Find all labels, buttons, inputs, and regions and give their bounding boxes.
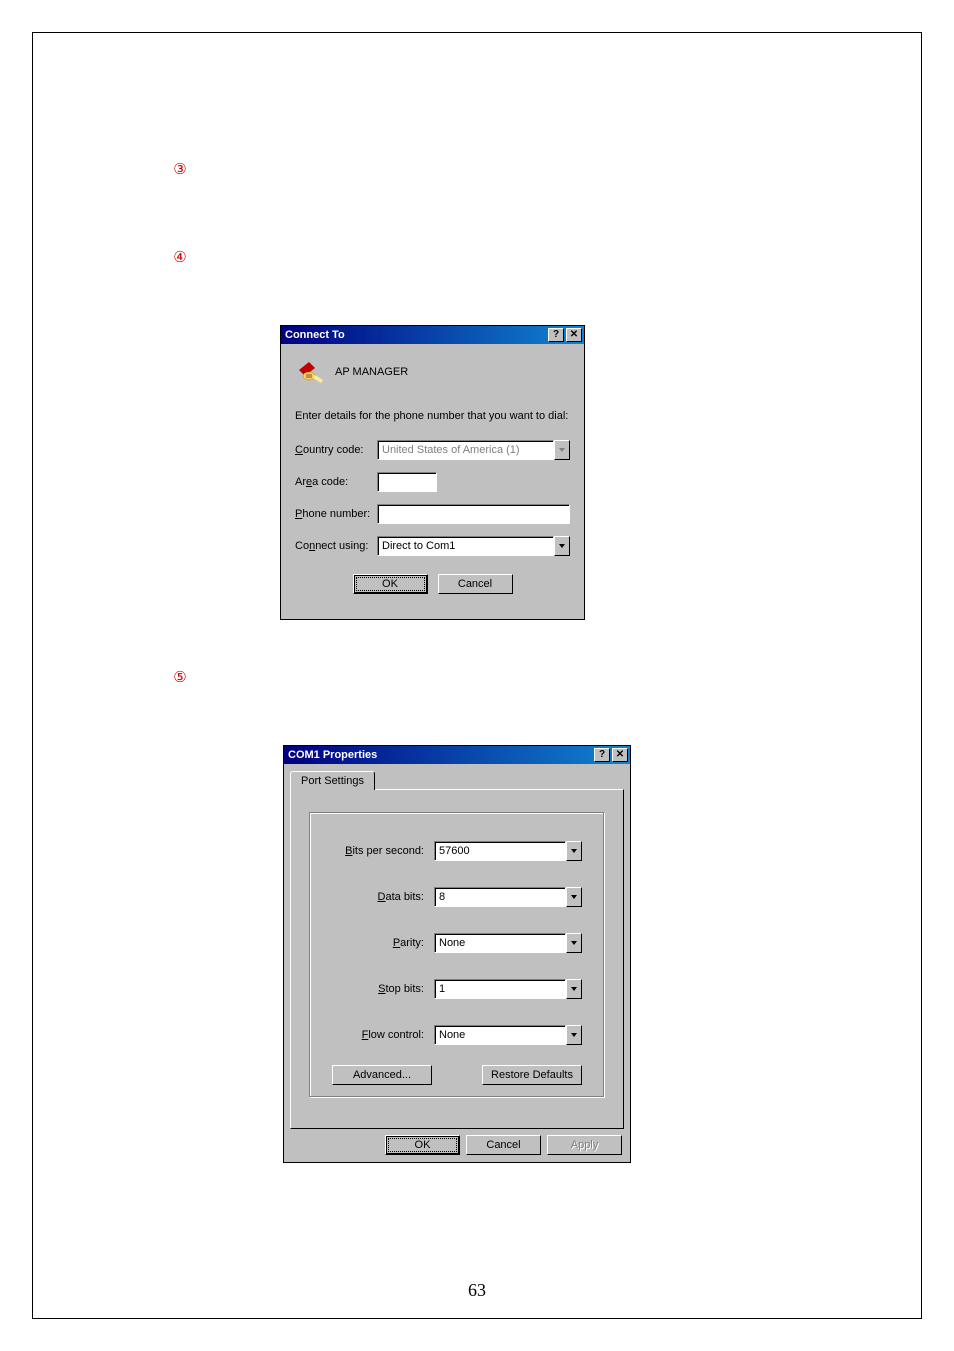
connect-using-dropdown-button[interactable] — [554, 536, 570, 556]
close-button[interactable]: ✕ — [566, 328, 582, 342]
flow-control-value: None — [434, 1025, 566, 1045]
cancel-button[interactable]: Cancel — [466, 1135, 541, 1155]
data-bits-label: Data bits: — [332, 891, 434, 903]
com1-title: COM1 Properties — [288, 749, 592, 761]
bits-per-second-label: Bits per second: — [332, 845, 434, 857]
chevron-down-icon — [559, 544, 565, 548]
bits-per-second-combo[interactable]: 57600 — [434, 841, 582, 861]
close-button[interactable]: ✕ — [612, 748, 628, 762]
parity-value: None — [434, 933, 566, 953]
connection-name-label: AP MANAGER — [335, 366, 408, 378]
stop-bits-label: Stop bits: — [332, 983, 434, 995]
area-code-label: Area code: — [295, 476, 377, 488]
ok-button[interactable]: OK — [385, 1135, 460, 1155]
cancel-button[interactable]: Cancel — [438, 574, 513, 594]
chevron-down-icon — [571, 1033, 577, 1037]
bits-per-second-dropdown-button[interactable] — [566, 841, 582, 861]
data-bits-value: 8 — [434, 887, 566, 907]
ok-button[interactable]: OK — [353, 574, 428, 594]
chevron-down-icon — [571, 895, 577, 899]
stop-bits-dropdown-button[interactable] — [566, 979, 582, 999]
step-5-marker: ⑤ — [170, 668, 190, 688]
phone-icon — [295, 356, 327, 388]
data-bits-dropdown-button[interactable] — [566, 887, 582, 907]
advanced-button[interactable]: Advanced... — [332, 1065, 432, 1085]
country-code-dropdown-button — [554, 440, 570, 460]
connect-to-dialog: Connect To ? ✕ AP MANAGER Enter details … — [280, 325, 585, 620]
tab-page: Bits per second: 57600 Data bits: 8 Pari… — [290, 789, 624, 1129]
connect-using-combo[interactable]: Direct to Com1 — [377, 536, 570, 556]
connect-using-value: Direct to Com1 — [377, 536, 554, 556]
connect-to-titlebar[interactable]: Connect To ? ✕ — [281, 326, 584, 344]
phone-number-input[interactable] — [377, 504, 570, 524]
country-code-value: United States of America (1) — [377, 440, 554, 460]
flow-control-combo[interactable]: None — [434, 1025, 582, 1045]
stop-bits-combo[interactable]: 1 — [434, 979, 582, 999]
chevron-down-icon — [571, 987, 577, 991]
data-bits-combo[interactable]: 8 — [434, 887, 582, 907]
step-3-marker: ③ — [170, 160, 190, 180]
chevron-down-icon — [571, 941, 577, 945]
bits-per-second-value: 57600 — [434, 841, 566, 861]
com1-properties-dialog: COM1 Properties ? ✕ Port Settings Bits p… — [283, 745, 631, 1163]
parity-label: Parity: — [332, 937, 434, 949]
country-code-label: Country code: — [295, 444, 377, 456]
apply-button: Apply — [547, 1135, 622, 1155]
help-button[interactable]: ? — [548, 328, 564, 342]
page-number: 63 — [0, 1280, 954, 1301]
com1-titlebar[interactable]: COM1 Properties ? ✕ — [284, 746, 630, 764]
instruction-text: Enter details for the phone number that … — [295, 410, 570, 422]
chevron-down-icon — [559, 448, 565, 452]
country-code-combo: United States of America (1) — [377, 440, 570, 460]
connect-to-title: Connect To — [285, 329, 546, 341]
step-4-marker: ④ — [170, 248, 190, 268]
flow-control-dropdown-button[interactable] — [566, 1025, 582, 1045]
chevron-down-icon — [571, 849, 577, 853]
restore-defaults-button[interactable]: Restore Defaults — [482, 1065, 582, 1085]
flow-control-label: Flow control: — [332, 1029, 434, 1041]
parity-combo[interactable]: None — [434, 933, 582, 953]
settings-group: Bits per second: 57600 Data bits: 8 Pari… — [309, 812, 605, 1098]
parity-dropdown-button[interactable] — [566, 933, 582, 953]
tab-port-settings[interactable]: Port Settings — [290, 771, 375, 790]
connect-using-label: Connect using: — [295, 540, 377, 552]
area-code-input[interactable] — [377, 472, 437, 492]
stop-bits-value: 1 — [434, 979, 566, 999]
help-button[interactable]: ? — [594, 748, 610, 762]
phone-number-label: Phone number: — [295, 508, 377, 520]
